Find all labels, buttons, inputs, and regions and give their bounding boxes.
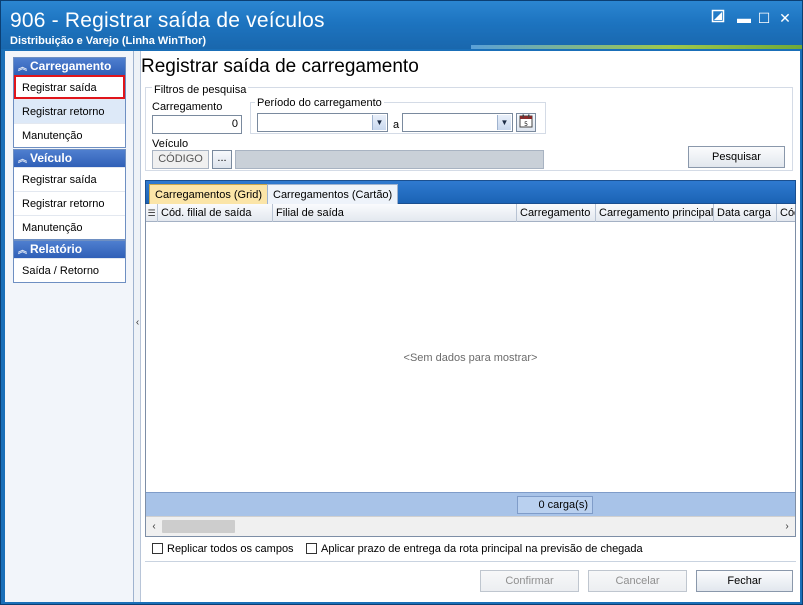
group-veiculo: ︽ Veículo Registrar saída Registrar retor… bbox=[13, 149, 126, 240]
group-header-carregamento[interactable]: ︽ Carregamento bbox=[14, 58, 125, 75]
calendar-icon[interactable]: 5 bbox=[516, 113, 536, 132]
sidebar-item-registrar-retorno-carregamento[interactable]: Registrar retorno bbox=[14, 99, 125, 123]
search-button[interactable]: Pesquisar bbox=[688, 146, 785, 168]
divider bbox=[145, 561, 796, 562]
main-panel: Registrar saída de carregamento Filtros … bbox=[141, 51, 800, 602]
restore-icon[interactable] bbox=[709, 9, 727, 27]
close-form-button[interactable]: Fechar bbox=[696, 570, 793, 592]
chevron-up-icon: ︽ bbox=[18, 245, 28, 255]
checkbox-box[interactable] bbox=[152, 543, 163, 554]
record-count: 0 carga(s) bbox=[517, 496, 593, 514]
column-header[interactable]: Cód. filial de saída bbox=[158, 204, 273, 222]
carregamento-label: Carregamento bbox=[152, 101, 223, 113]
confirm-button[interactable]: Confirmar bbox=[480, 570, 579, 592]
search-filters: Filtros de pesquisa Carregamento 0 Perío… bbox=[145, 84, 793, 171]
column-header[interactable]: Carregamento principal bbox=[596, 204, 714, 222]
tab-carregamentos-cartao[interactable]: Carregamentos (Cartão) bbox=[267, 184, 399, 205]
sidebar-item-registrar-retorno-veiculo[interactable]: Registrar retorno bbox=[14, 191, 125, 215]
scroll-right-icon[interactable]: › bbox=[779, 517, 795, 536]
chevron-left-icon[interactable]: ‹ bbox=[134, 317, 141, 328]
client-area: ︽ Carregamento Registrar saída Registrar … bbox=[5, 51, 800, 602]
periodo-from-select[interactable]: ▼ bbox=[257, 113, 388, 132]
chevron-down-icon[interactable]: ▼ bbox=[372, 115, 386, 130]
chevron-up-icon: ︽ bbox=[18, 154, 28, 164]
veiculo-code-input[interactable]: CÓDIGO bbox=[152, 150, 209, 169]
carregamento-input[interactable]: 0 bbox=[152, 115, 242, 134]
svg-text:5: 5 bbox=[524, 121, 528, 128]
chevron-up-icon: ︽ bbox=[18, 62, 28, 72]
sidebar-item-registrar-saida-carregamento[interactable]: Registrar saída bbox=[14, 75, 125, 99]
tabs-bar: Carregamentos (Grid) Carregamentos (Cart… bbox=[145, 180, 796, 205]
periodo-to-select[interactable]: ▼ bbox=[402, 113, 513, 132]
sidebar: ︽ Carregamento Registrar saída Registrar … bbox=[5, 51, 134, 602]
column-chooser-icon[interactable]: ☰ bbox=[146, 204, 158, 222]
sidebar-item-saida-retorno[interactable]: Saída / Retorno bbox=[14, 258, 125, 282]
window-subtitle: Distribuição e Varejo (Linha WinThor) bbox=[10, 35, 207, 47]
filters-legend: Filtros de pesquisa bbox=[152, 84, 249, 96]
close-button[interactable]: ✕ bbox=[776, 9, 794, 27]
horizontal-scrollbar[interactable]: ‹ › bbox=[146, 516, 795, 536]
periodo-group: Período do carregamento ▼ a ▼ 5 bbox=[250, 97, 546, 134]
aplicar-prazo-checkbox[interactable]: Aplicar prazo de entrega da rota princip… bbox=[306, 543, 643, 556]
group-relatorio: ︽ Relatório Saída / Retorno bbox=[13, 240, 126, 283]
column-header[interactable]: Cód bbox=[777, 204, 795, 222]
replicar-checkbox[interactable]: Replicar todos os campos bbox=[152, 543, 294, 556]
minimize-button[interactable]: ▬ bbox=[735, 9, 753, 27]
group-header-relatorio[interactable]: ︽ Relatório bbox=[14, 241, 125, 258]
title-bar: 906 - Registrar saída de veículos Distri… bbox=[1, 1, 802, 49]
veiculo-label: Veículo bbox=[152, 138, 189, 150]
sidebar-item-manutencao-carregamento[interactable]: Manutenção bbox=[14, 123, 125, 147]
sidebar-splitter[interactable]: ‹ bbox=[134, 51, 141, 602]
periodo-label: Período do carregamento bbox=[255, 97, 384, 109]
sidebar-item-registrar-saida-veiculo[interactable]: Registrar saída bbox=[14, 167, 125, 191]
column-header[interactable]: Carregamento bbox=[517, 204, 596, 222]
title-decoration bbox=[471, 45, 802, 49]
grid-footer: 0 carga(s) bbox=[146, 492, 795, 516]
sidebar-item-manutencao-veiculo[interactable]: Manutenção bbox=[14, 215, 125, 239]
empty-message: <Sem dados para mostrar> bbox=[403, 352, 538, 364]
veiculo-name-display bbox=[235, 150, 544, 169]
app-window: 906 - Registrar saída de veículos Distri… bbox=[0, 0, 803, 605]
scroll-left-icon[interactable]: ‹ bbox=[146, 517, 162, 536]
cancel-button[interactable]: Cancelar bbox=[588, 570, 687, 592]
group-header-veiculo[interactable]: ︽ Veículo bbox=[14, 150, 125, 167]
results-grid: ☰ Cód. filial de saída Filial de saída C… bbox=[145, 204, 796, 537]
periodo-separator: a bbox=[393, 119, 400, 131]
maximize-button[interactable]: ☐ bbox=[755, 9, 773, 27]
column-header[interactable]: Filial de saída bbox=[273, 204, 517, 222]
scrollbar-thumb[interactable] bbox=[162, 520, 235, 533]
veiculo-lookup-button[interactable]: ... bbox=[212, 150, 232, 169]
column-header[interactable]: Data carga bbox=[714, 204, 777, 222]
checkbox-box[interactable] bbox=[306, 543, 317, 554]
tab-carregamentos-grid[interactable]: Carregamentos (Grid) bbox=[149, 184, 268, 205]
chevron-down-icon[interactable]: ▼ bbox=[497, 115, 511, 130]
page-title: Registrar saída de carregamento bbox=[141, 56, 419, 77]
grid-header: ☰ Cód. filial de saída Filial de saída C… bbox=[146, 204, 795, 222]
group-carregamento: ︽ Carregamento Registrar saída Registrar … bbox=[13, 57, 126, 148]
window-title: 906 - Registrar saída de veículos bbox=[10, 9, 325, 32]
